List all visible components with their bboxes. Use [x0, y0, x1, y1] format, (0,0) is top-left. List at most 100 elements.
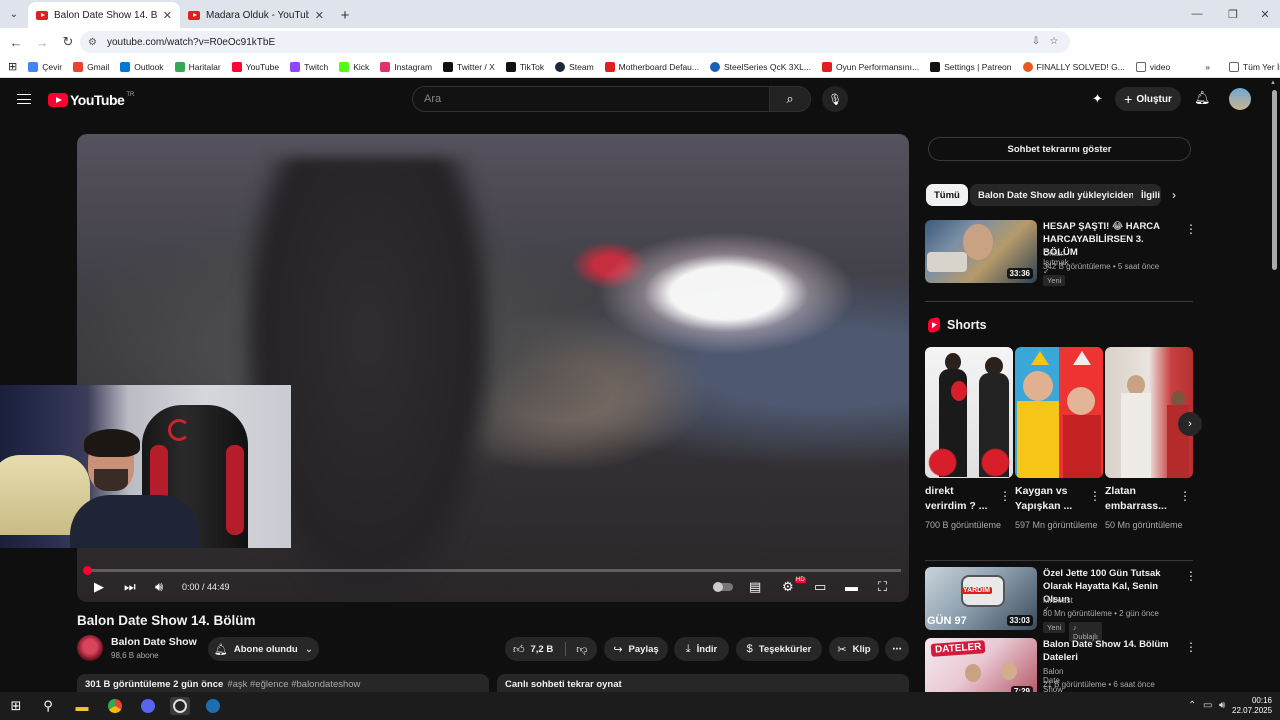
chip-all[interactable]: Tümü	[926, 184, 968, 206]
thanks-button[interactable]: $ Teşekkürler	[736, 637, 822, 661]
discord-icon[interactable]	[138, 697, 158, 715]
account-avatar[interactable]	[1229, 88, 1251, 110]
minimize-icon[interactable]: —	[1180, 0, 1214, 28]
subscribed-button[interactable]: 🔔︎ Abone olundu ⌄	[208, 637, 319, 661]
video-thumbnail[interactable]: YARDIM GÜN 97 33:03	[925, 567, 1037, 630]
short-item[interactable]: Kaygan vs Yapışkan ... 597 Mn görüntülem…	[1015, 347, 1103, 532]
install-app-icon[interactable]: ⇩	[1028, 36, 1044, 47]
bookmark-item[interactable]: Twitter / X	[443, 61, 495, 72]
file-explorer-icon[interactable]: ▬	[72, 697, 92, 715]
miniplayer-icon[interactable]: ▭	[814, 579, 826, 595]
dislike-icon[interactable]: 👎︎	[576, 643, 587, 656]
hashtags[interactable]: #aşk #eğlence #balondateshow	[227, 679, 360, 690]
bookmark-item[interactable]: FINALLY SOLVED! G...	[1022, 61, 1125, 72]
bookmark-item[interactable]: SteelSeries QcK 3XL...	[710, 61, 811, 72]
system-clock[interactable]: 00:16 22.07.2025	[1232, 696, 1272, 716]
back-icon[interactable]: ←	[4, 30, 28, 54]
channel-name[interactable]: Balon Date Show	[111, 636, 197, 648]
chip-from-uploader[interactable]: Balon Date Show adlı yükleyiciden	[970, 184, 1143, 206]
bookmark-item[interactable]: Kick	[339, 61, 369, 72]
bookmarks-overflow-button[interactable]: »	[1205, 62, 1210, 72]
clip-button[interactable]: ✂ Klip	[829, 637, 879, 661]
settings-gear-icon[interactable]: ⚙	[782, 579, 794, 595]
address-bar[interactable]: ⚙ youtube.com/watch?v=R0eOc91kTbE ⇩ ☆	[80, 31, 1070, 53]
video-title[interactable]: Balon Date Show 14. Bölüm Dateleri	[1043, 638, 1181, 664]
short-thumbnail[interactable]	[925, 347, 1013, 478]
short-thumbnail[interactable]	[1105, 347, 1193, 478]
bookmark-item[interactable]: Steam	[555, 61, 594, 72]
bookmark-item[interactable]: Twitch	[290, 61, 328, 72]
channel-avatar[interactable]	[77, 635, 103, 661]
bookmark-item[interactable]: Gmail	[73, 61, 109, 72]
tab-active[interactable]: Balon Date Show 14. Bölüm - YouTube ✕	[28, 2, 180, 28]
bookmark-item[interactable]: TikTok	[505, 61, 544, 72]
bookmark-item[interactable]: Instagram	[380, 61, 432, 72]
network-icon[interactable]: ▭	[1203, 700, 1212, 711]
bookmark-star-icon[interactable]: ☆	[1046, 36, 1062, 47]
youtube-logo[interactable]: YouTube TR	[48, 92, 134, 108]
progress-bar[interactable]	[83, 566, 901, 575]
new-tab-button[interactable]: +	[332, 2, 358, 28]
volume-icon[interactable]: 🔊︎	[155, 579, 163, 595]
scroll-up-arrow[interactable]: ▲	[1270, 80, 1276, 86]
video-thumbnail[interactable]: 33:36	[925, 220, 1037, 283]
more-vert-icon[interactable]: ⋮	[1185, 569, 1197, 583]
search-icon[interactable]: ⚲	[38, 697, 58, 715]
apps-grid-icon[interactable]: ⊞	[8, 60, 17, 73]
chrome-icon[interactable]	[105, 697, 125, 715]
reload-icon[interactable]: ↻	[56, 30, 80, 54]
search-input[interactable]: Ara	[412, 86, 770, 112]
short-item[interactable]: Zlatan embarrass... 50 Mn görüntüleme ⋮	[1105, 347, 1193, 532]
more-vert-icon[interactable]: ⋮	[1089, 489, 1101, 503]
more-vert-icon[interactable]: ⋮	[1185, 222, 1197, 236]
description-box[interactable]: 301 B görüntüleme 2 gün önce #aşk #eğlenc…	[77, 674, 489, 694]
scrubber-handle[interactable]	[83, 566, 92, 575]
bookmark-item[interactable]: Motherboard Defau...	[604, 61, 699, 72]
like-count[interactable]: 7,2 B	[531, 644, 554, 655]
bookmark-item[interactable]: Outlook	[120, 61, 164, 72]
forward-icon[interactable]: →	[30, 30, 54, 54]
short-thumbnail[interactable]	[1015, 347, 1103, 478]
short-title[interactable]: Zlatan embarrass...	[1105, 484, 1177, 514]
close-icon[interactable]: ✕	[315, 9, 324, 22]
download-button[interactable]: ⤓ İndir	[674, 637, 729, 661]
bookmark-item[interactable]: Settings | Patreon	[930, 61, 1012, 72]
more-vert-icon[interactable]: ⋮	[1185, 640, 1197, 654]
bookmark-item[interactable]: Oyun Performansını...	[821, 61, 919, 72]
theater-mode-icon[interactable]: ▬	[845, 579, 858, 594]
subtitles-icon[interactable]: ▤	[749, 579, 761, 595]
short-item[interactable]: direkt verirdim ? ... 700 B görüntüleme …	[925, 347, 1013, 532]
create-button[interactable]: + Oluştur	[1115, 87, 1181, 111]
more-vert-icon[interactable]: ⋮	[999, 489, 1011, 503]
window-close-icon[interactable]: ✕	[1248, 0, 1280, 28]
play-icon[interactable]: ▶	[94, 579, 104, 595]
steam-icon[interactable]	[203, 697, 223, 715]
menu-icon[interactable]	[17, 94, 31, 104]
short-title[interactable]: Kaygan vs Yapışkan ...	[1015, 484, 1087, 514]
short-title[interactable]: direkt verirdim ? ...	[925, 484, 997, 514]
notifications-bell-icon[interactable]: 🔔︎	[1194, 90, 1211, 106]
tab-search-icon[interactable]: ⌄	[0, 0, 28, 28]
cast-icon[interactable]: ✦	[1092, 91, 1103, 107]
show-chat-replay-button[interactable]: Sohbet tekrarını göster	[928, 137, 1191, 161]
more-vert-icon[interactable]: ⋮	[1179, 489, 1191, 503]
share-button[interactable]: ↪ Paylaş	[604, 637, 668, 661]
obs-icon[interactable]	[170, 697, 190, 715]
microphone-icon[interactable]: 🎙︎	[822, 86, 848, 112]
search-icon[interactable]: ⌕	[769, 86, 811, 112]
chevron-right-icon[interactable]: ›	[1172, 188, 1176, 202]
chat-replay-panel[interactable]: Canlı sohbeti tekrar oynat	[497, 674, 909, 694]
bookmark-item[interactable]: Haritalar	[174, 61, 221, 72]
next-icon[interactable]: ⏭︎	[124, 579, 136, 595]
restore-icon[interactable]: ❐	[1216, 0, 1250, 28]
tab-inactive[interactable]: Madara Olduk - YouTube ✕	[180, 2, 332, 28]
bookmark-item[interactable]: YouTube	[231, 61, 279, 72]
bookmark-folder[interactable]: video	[1135, 61, 1170, 72]
more-actions-icon[interactable]: ⋯	[885, 637, 909, 661]
chevron-right-icon[interactable]: ›	[1178, 412, 1202, 436]
bookmark-item[interactable]: Çevir	[28, 61, 62, 72]
all-bookmarks-button[interactable]: Tüm Yer İşaretleri	[1228, 61, 1280, 72]
page-scrollbar[interactable]	[1272, 90, 1277, 270]
speaker-icon[interactable]: 🔊︎	[1219, 700, 1225, 711]
close-icon[interactable]: ✕	[163, 9, 172, 22]
